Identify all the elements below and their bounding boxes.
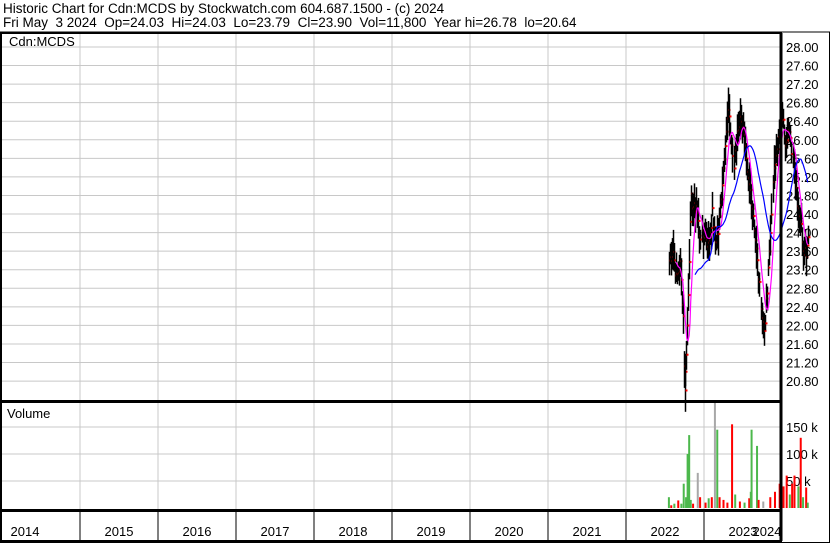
volume-bar xyxy=(743,502,746,508)
volume-bar xyxy=(757,499,760,508)
volume-bar xyxy=(680,503,683,508)
volume-bar xyxy=(806,502,809,508)
price-tick-label: 27.60 xyxy=(786,59,819,74)
volume-bar xyxy=(707,498,710,508)
price-tick-label: 21.20 xyxy=(786,356,819,371)
close-marker xyxy=(718,232,721,235)
volume-bar xyxy=(673,503,676,508)
price-tick-label: 28.00 xyxy=(786,40,819,55)
volume-bar xyxy=(731,424,734,508)
year-label: 2018 xyxy=(339,524,368,539)
volume-bar xyxy=(710,497,713,508)
year-label: 2016 xyxy=(183,524,212,539)
close-marker xyxy=(688,294,691,297)
close-marker xyxy=(687,324,690,327)
year-label: 2021 xyxy=(573,524,602,539)
year-label: 2015 xyxy=(105,524,134,539)
volume-bar xyxy=(699,497,702,508)
panel-frame xyxy=(0,32,782,402)
close-marker xyxy=(757,259,760,262)
volume-bar xyxy=(692,503,695,508)
volume-bar xyxy=(670,505,673,508)
volume-bar xyxy=(704,502,707,508)
chart-canvas: 28.0027.6027.2026.8026.4026.0025.6025.20… xyxy=(0,31,830,543)
price-tick-label: 22.00 xyxy=(786,318,819,333)
close-marker xyxy=(712,207,715,210)
year-label: 2024 xyxy=(753,524,782,539)
close-marker xyxy=(686,353,689,356)
panel-frame xyxy=(0,401,782,511)
volume-bar xyxy=(696,472,699,508)
close-marker xyxy=(783,118,786,121)
price-tick-label: 21.60 xyxy=(786,337,819,352)
volume-bar xyxy=(677,500,680,508)
close-marker xyxy=(771,213,774,216)
year-label: 2019 xyxy=(417,524,446,539)
volume-bar xyxy=(799,437,802,508)
volume-bar xyxy=(756,445,759,508)
year-label: 2017 xyxy=(261,524,290,539)
volume-bar xyxy=(750,429,753,508)
volume-bar xyxy=(688,435,691,508)
volume-bar xyxy=(716,429,719,508)
close-marker xyxy=(685,389,688,392)
close-marker xyxy=(729,115,732,118)
price-tick-label: 20.80 xyxy=(786,374,819,389)
close-marker xyxy=(698,219,701,222)
volume-bar xyxy=(734,494,737,508)
close-marker xyxy=(768,266,771,269)
close-marker xyxy=(725,145,728,148)
outer-frame xyxy=(0,31,830,543)
volume-bar xyxy=(689,499,692,508)
year-label: 2022 xyxy=(651,524,680,539)
volume-bar xyxy=(726,502,729,508)
volume-bar xyxy=(667,497,670,508)
year-label: 2020 xyxy=(495,524,524,539)
volume-bar xyxy=(738,501,741,508)
volume-bar xyxy=(797,486,800,508)
volume-bar xyxy=(762,501,765,508)
price-tick-label: 22.80 xyxy=(786,281,819,296)
volume-bar xyxy=(769,497,772,508)
volume-bar xyxy=(722,499,725,508)
close-marker xyxy=(722,184,725,187)
price-tick-label: 27.20 xyxy=(786,77,819,92)
price-tick-label: 26.80 xyxy=(786,96,819,111)
volume-bar xyxy=(773,491,776,508)
volume-bar xyxy=(788,494,791,508)
volume-tick-label: 100 k xyxy=(786,447,818,462)
price-tick-label: 23.20 xyxy=(786,263,819,278)
volume-panel-label: Volume xyxy=(7,406,50,421)
close-marker xyxy=(765,322,768,325)
volume-bar xyxy=(793,475,796,508)
close-marker xyxy=(689,261,692,264)
stock-chart: Historic Chart for Cdn:MCDS by Stockwatc… xyxy=(0,0,830,543)
volume-bar xyxy=(782,486,785,508)
year-label: 2014 xyxy=(11,524,40,539)
volume-bar xyxy=(682,483,685,508)
volume-bar xyxy=(785,475,788,508)
close-marker xyxy=(759,280,762,283)
volume-bar xyxy=(791,483,794,508)
volume-tick-label: 150 k xyxy=(786,420,818,435)
volume-bar xyxy=(802,497,805,508)
symbol-label: Cdn:MCDS xyxy=(9,34,75,49)
close-marker xyxy=(734,167,737,170)
close-marker xyxy=(767,292,770,295)
price-tick-label: 22.40 xyxy=(786,300,819,315)
close-marker xyxy=(753,215,756,218)
volume-bar xyxy=(718,497,721,508)
volume-bar xyxy=(713,400,716,508)
price-tick-label: 25.20 xyxy=(786,170,819,185)
close-marker xyxy=(808,236,811,239)
